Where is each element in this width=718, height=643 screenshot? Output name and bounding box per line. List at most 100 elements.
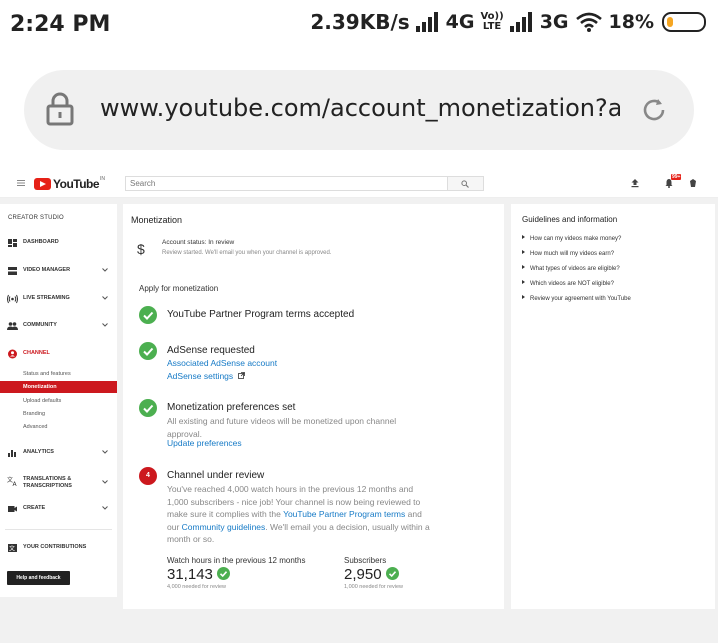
page-title: Monetization (131, 215, 183, 225)
guideline-link[interactable]: How can my videos make money? (522, 235, 621, 242)
watch-hours-value: 31,143 (167, 566, 213, 583)
battery-percent: 18% (608, 11, 654, 33)
check-circle-icon (139, 342, 157, 360)
check-circle-icon (217, 567, 230, 580)
network-type-4g: 4G (445, 11, 475, 33)
svg-text:A: A (13, 481, 18, 486)
watch-hours-needed: 4,000 needed for review (167, 584, 227, 590)
triangle-right-icon (522, 265, 525, 270)
chevron-down-icon (102, 480, 108, 484)
create-video-icon (8, 506, 17, 512)
step-adsense-title: AdSense requested (167, 345, 255, 356)
triangle-right-icon (522, 295, 525, 300)
url-bar[interactable]: www.youtube.com/account_monetization?ar=… (24, 70, 694, 150)
check-circle-icon (139, 399, 157, 417)
sidebar-subitem-monetization[interactable]: Monetization (0, 381, 117, 393)
sidebar-item-create[interactable]: CREATE (0, 502, 117, 516)
sidebar-item-live-streaming[interactable]: LIVE STREAMING (0, 292, 117, 306)
external-link-icon (237, 372, 245, 379)
lock-icon (46, 92, 74, 126)
sidebar-item-video-manager[interactable]: VIDEO MANAGER (0, 264, 117, 278)
subscribers-needed: 1,000 needed for review (344, 584, 404, 590)
battery-icon (662, 12, 706, 32)
reload-icon[interactable] (640, 96, 668, 124)
chevron-down-icon (102, 506, 108, 510)
sidebar-item-community[interactable]: COMMUNITY (0, 319, 117, 333)
help-feedback-button[interactable]: Help and feedback (7, 571, 70, 585)
step-review-title: Channel under review (167, 470, 265, 481)
guidelines-card: Guidelines and information How can my vi… (511, 204, 715, 609)
dollar-icon: $ (137, 241, 145, 257)
step-preferences-desc: All existing and future videos will be m… (167, 416, 397, 439)
sidebar-subitem-upload-defaults[interactable]: Upload defaults (0, 395, 117, 407)
guidelines-title: Guidelines and information (522, 215, 618, 224)
step-ypp-terms-title: YouTube Partner Program terms accepted (167, 309, 355, 320)
youtube-play-icon (34, 178, 51, 190)
triangle-right-icon (522, 250, 525, 255)
search-input[interactable]: Search (125, 176, 448, 191)
step-review-desc: You've reached 4,000 watch hours in the … (167, 484, 430, 544)
sidebar-item-analytics[interactable]: ANALYTICS (0, 446, 117, 460)
step-preferences-title: Monetization preferences set (167, 402, 296, 413)
chevron-down-icon (102, 296, 108, 300)
guideline-link[interactable]: Which videos are NOT eligible? (522, 280, 614, 287)
status-time: 2:24 PM (10, 12, 111, 37)
step-number-badge: 4 (139, 467, 157, 485)
chevron-down-icon (102, 450, 108, 454)
sidebar-item-translations[interactable]: 文A TRANSLATIONS & TRANSCRIPTIONS (0, 474, 117, 492)
sidebar-divider (5, 529, 112, 530)
status-indicators: 2.39KB/s 4G Vo)) LTE 3G 18% (310, 10, 706, 34)
creator-studio-sidebar: CREATOR STUDIO DASHBOARD VIDEO MANAGER L… (0, 204, 117, 597)
volte-icon: Vo)) LTE (480, 11, 504, 32)
upload-icon[interactable] (630, 178, 640, 188)
menu-icon[interactable] (17, 180, 25, 186)
sidebar-subitem-branding[interactable]: Branding (0, 408, 117, 420)
status-bar: 2:24 PM 2.39KB/s 4G Vo)) LTE 3G 18% (0, 0, 718, 52)
sidebar-item-channel[interactable]: CHANNEL (0, 347, 117, 361)
youtube-header: YouTube IN Search (0, 168, 718, 198)
apply-section-title: Apply for monetization (139, 284, 219, 293)
url-text[interactable]: www.youtube.com/account_monetization?ar=… (100, 94, 620, 122)
youtube-logo[interactable]: YouTube IN (34, 176, 105, 191)
check-circle-icon (139, 306, 157, 324)
signal-icon-2 (509, 12, 532, 32)
guideline-link[interactable]: What types of videos are eligible? (522, 265, 620, 272)
subscribers-value: 2,950 (344, 566, 382, 583)
contributions-icon: 文 (8, 544, 17, 553)
guideline-link[interactable]: Review your agreement with YouTube (522, 295, 631, 302)
dashboard-icon (8, 239, 17, 247)
sidebar-title: CREATOR STUDIO (8, 215, 64, 221)
translate-icon: 文A (7, 476, 18, 486)
update-preferences-link[interactable]: Update preferences (167, 438, 242, 448)
sidebar-subitem-status[interactable]: Status and features (0, 368, 117, 380)
ypp-terms-link[interactable]: YouTube Partner Program terms (283, 509, 405, 519)
community-guidelines-link[interactable]: Community guidelines (182, 522, 266, 532)
sidebar-item-contributions[interactable]: 文 YOUR CONTRIBUTIONS (0, 541, 117, 555)
search-button[interactable] (448, 176, 484, 191)
check-circle-icon (386, 567, 399, 580)
channel-icon (8, 349, 17, 359)
account-status-detail: Review started. We'll email you when you… (162, 250, 332, 256)
sidebar-item-dashboard[interactable]: DASHBOARD (0, 236, 117, 250)
search-icon (461, 180, 469, 188)
guideline-link[interactable]: How much will my videos earn? (522, 250, 614, 257)
adsense-settings-link[interactable]: AdSense settings (167, 371, 245, 381)
account-status: Account status: In review (162, 239, 235, 246)
sidebar-subitem-advanced[interactable]: Advanced (0, 421, 117, 433)
analytics-icon (8, 450, 16, 457)
chevron-down-icon (102, 323, 108, 327)
network-type-3g: 3G (539, 11, 569, 33)
live-streaming-icon (7, 294, 18, 304)
notification-badge: 99+ (671, 174, 682, 180)
svg-text:文: 文 (9, 545, 15, 553)
avatar[interactable] (688, 178, 698, 188)
wifi-icon (575, 12, 602, 32)
chevron-down-icon (102, 268, 108, 272)
subscribers-label: Subscribers (344, 556, 387, 565)
video-manager-icon (8, 267, 17, 275)
triangle-right-icon (522, 280, 525, 285)
triangle-right-icon (522, 235, 525, 240)
monetization-card: Monetization $ Account status: In review… (123, 204, 504, 609)
associated-adsense-link[interactable]: Associated AdSense account (167, 358, 277, 368)
network-speed: 2.39KB/s (310, 10, 410, 34)
